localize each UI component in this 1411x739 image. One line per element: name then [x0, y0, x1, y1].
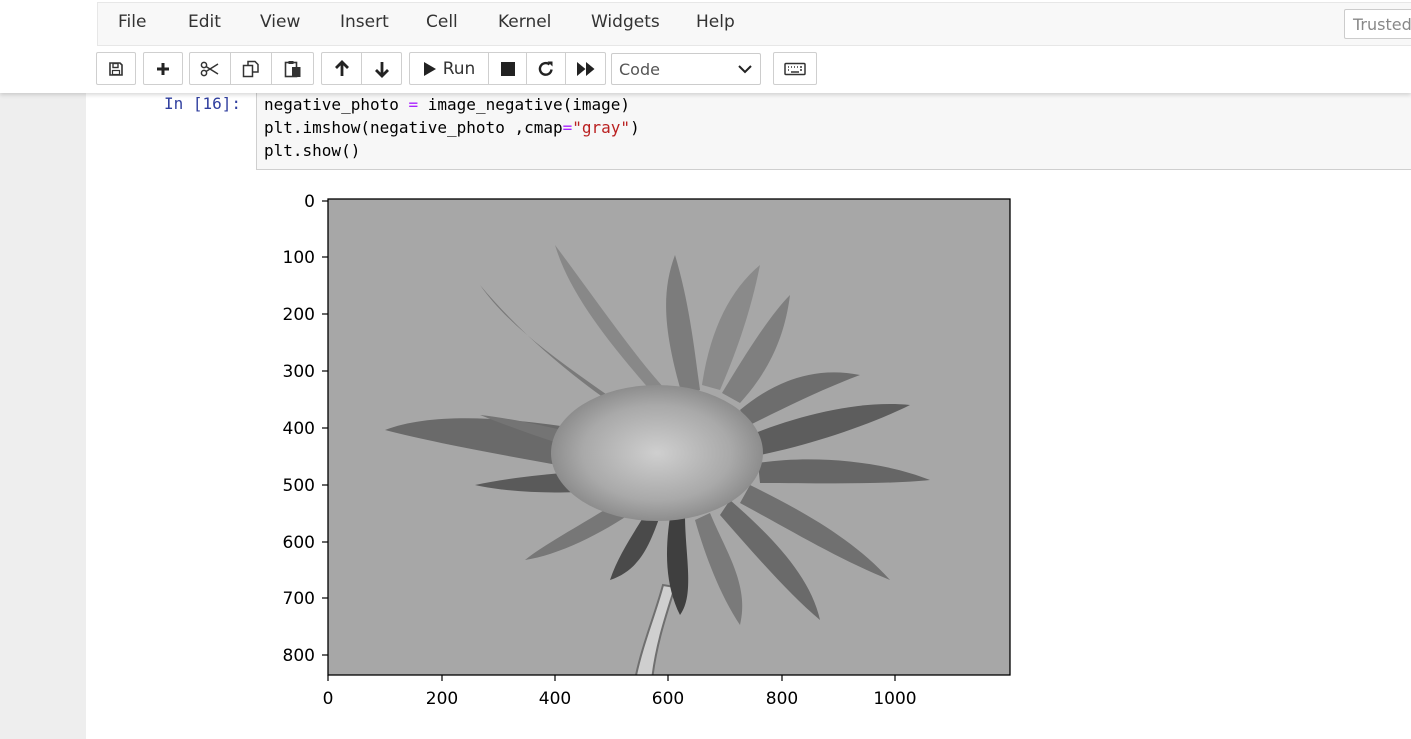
save-button[interactable] [96, 52, 136, 85]
interrupt-button[interactable] [488, 52, 527, 85]
y-tick-label: 100 [283, 248, 315, 268]
code-cell-input[interactable]: negative_photo = image_negative(image) p… [256, 93, 1411, 170]
menu-widgets[interactable]: Widgets [591, 12, 660, 32]
y-tick-label: 800 [283, 646, 315, 666]
y-tick-label: 600 [283, 533, 315, 553]
input-prompt: In [16]: [164, 94, 242, 113]
restart-button[interactable] [526, 52, 566, 85]
copy-icon [242, 60, 259, 77]
x-tick-label: 800 [766, 689, 798, 709]
y-axis-ticks [322, 200, 328, 656]
cell-type-select[interactable]: Code [611, 53, 761, 85]
x-tick-label: 200 [426, 689, 458, 709]
cell-type-value: Code [619, 60, 660, 79]
menu-bar: File Edit View Insert Cell Kernel Widget… [97, 2, 1411, 46]
stop-icon [500, 61, 515, 76]
notebook-header: File Edit View Insert Cell Kernel Widget… [0, 0, 1411, 93]
command-palette-button[interactable] [773, 52, 817, 85]
y-tick-label: 0 [304, 192, 315, 212]
fast-forward-icon [576, 61, 594, 76]
cut-icon [200, 61, 219, 76]
plus-icon [157, 62, 169, 75]
sunflower-center [551, 385, 763, 521]
x-tick-label: 600 [652, 689, 684, 709]
menu-help[interactable]: Help [696, 12, 735, 32]
menu-insert[interactable]: Insert [340, 12, 389, 32]
insert-cell-button[interactable] [143, 52, 183, 85]
move-down-button[interactable] [361, 52, 402, 85]
cut-button[interactable] [189, 52, 231, 85]
move-up-button[interactable] [321, 52, 362, 85]
x-tick-label: 0 [323, 689, 334, 709]
x-axis-ticks [327, 675, 896, 681]
y-tick-label: 400 [283, 419, 315, 439]
paste-button[interactable] [271, 52, 314, 85]
x-tick-label: 1000 [873, 689, 916, 709]
restart-run-all-button[interactable] [565, 52, 606, 85]
run-label: Run [442, 58, 476, 79]
output-image-plot: 0 100 200 300 400 500 600 700 800 0 200 … [283, 192, 1011, 709]
play-icon [423, 61, 436, 76]
arrow-up-icon [334, 59, 349, 76]
arrow-down-icon [374, 61, 389, 78]
menu-view[interactable]: View [260, 12, 300, 32]
x-tick-label: 400 [539, 689, 571, 709]
y-tick-label: 700 [283, 589, 315, 609]
keyboard-icon [784, 62, 806, 75]
save-icon [109, 61, 123, 76]
copy-button[interactable] [230, 52, 272, 85]
y-tick-label: 500 [283, 476, 315, 496]
code-line-3: plt.show() [264, 141, 361, 160]
trusted-indicator[interactable]: Trusted [1344, 9, 1411, 39]
menu-kernel[interactable]: Kernel [498, 12, 551, 32]
menu-file[interactable]: File [118, 12, 146, 32]
y-tick-label: 200 [283, 305, 315, 325]
code-line-2: plt.imshow(negative_photo ,cmap="gray") [264, 118, 640, 137]
menu-cell[interactable]: Cell [426, 12, 458, 32]
paste-icon [284, 60, 300, 77]
restart-icon [538, 61, 553, 76]
y-tick-label: 300 [283, 362, 315, 382]
code-line-1: negative_photo = image_negative(image) [264, 95, 631, 114]
menu-edit[interactable]: Edit [188, 12, 221, 32]
run-button[interactable]: Run [409, 52, 489, 85]
chevron-down-icon [738, 65, 752, 74]
